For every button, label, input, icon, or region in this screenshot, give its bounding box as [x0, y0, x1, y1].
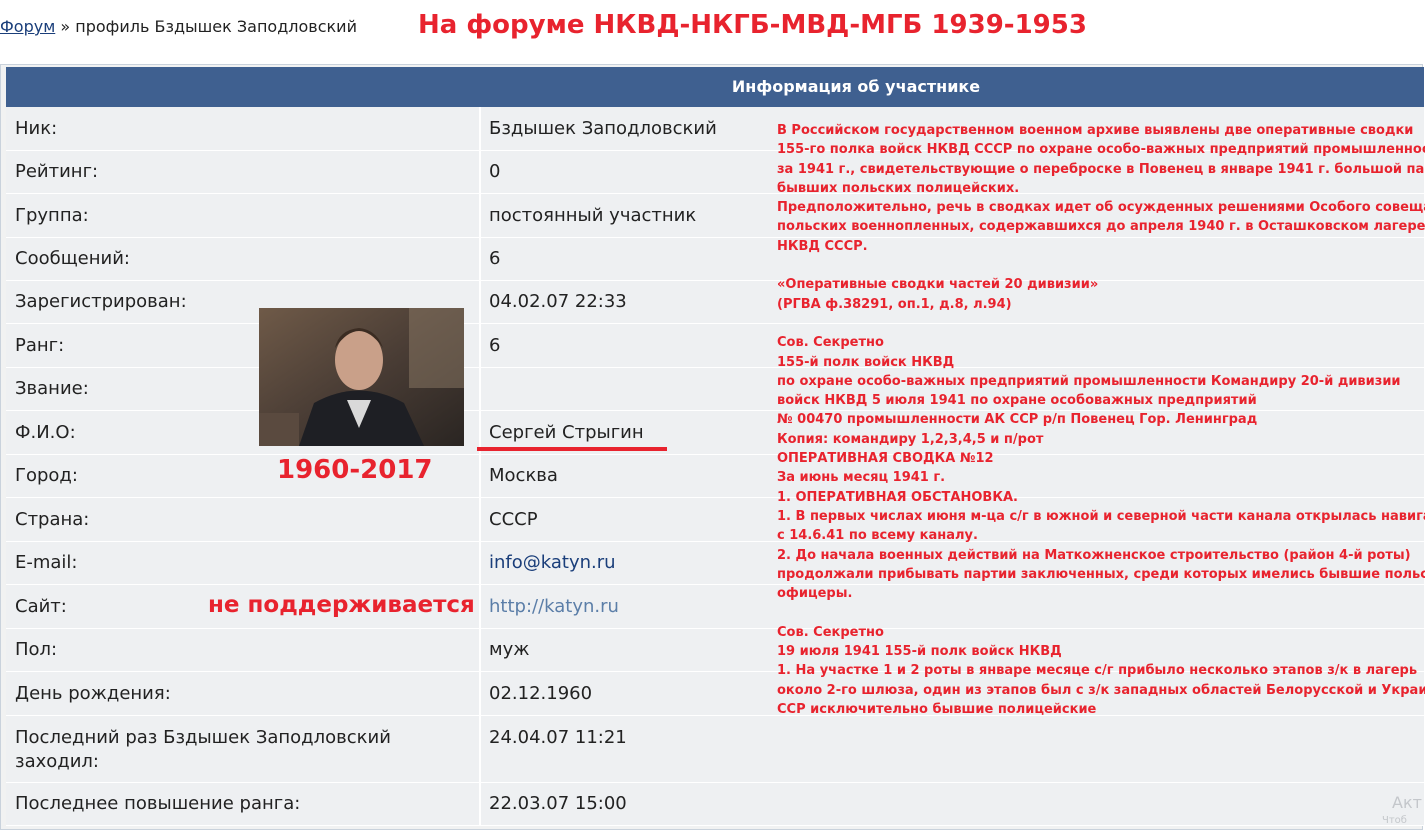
profile-field-value: 04.02.07 22:33: [489, 291, 627, 312]
profile-field-label: Звание:: [15, 378, 89, 399]
row-separator: [479, 368, 481, 410]
profile-field-value: СССР: [489, 509, 538, 530]
profile-field-value: 0: [489, 161, 501, 182]
profile-row: Последний раз Бздышек Заподловский заход…: [6, 716, 1424, 783]
row-separator: [479, 455, 481, 497]
profile-row: Последнее повышение ранга: 22.03.07 15:00: [6, 783, 1424, 826]
archive-note-line: В Российском государственном военном арх…: [777, 123, 1414, 138]
profile-panel: Информация об участнике Ник: Бздышек Запо…: [0, 64, 1425, 830]
name-underline: [477, 447, 667, 451]
archive-note-line: 1. В первых числах июня м-ца с/г в южной…: [777, 508, 1425, 524]
archive-notes: В Российском государственном военном арх…: [777, 121, 1425, 719]
website-link[interactable]: http://katyn.ru: [489, 596, 619, 617]
row-separator: [479, 238, 481, 280]
profile-field-label: Зарегистрирован:: [15, 291, 187, 312]
archive-note-line: Предположительно, речь в сводках идет об…: [777, 200, 1425, 216]
profile-field-label: Ф.И.О:: [15, 422, 76, 443]
top-bar: Форум » профиль Бздышек Заподловский На …: [0, 0, 1425, 60]
profile-field-label: День рождения:: [15, 683, 171, 704]
activation-watermark-sub: Чтоб: [1382, 815, 1407, 826]
profile-field-value: http://katyn.ru: [489, 585, 619, 628]
archive-note-line: 155-й полк войск НКВД: [777, 354, 955, 370]
profile-field-label: Последнее повышение ранга:: [15, 793, 301, 814]
profile-field-label: Ник:: [15, 118, 58, 139]
archive-note-line: За июнь месяц 1941 г.: [777, 470, 946, 486]
archive-note-line: ССР исключительно бывшие полицейские: [777, 701, 1097, 717]
profile-field-label: Ранг:: [15, 335, 65, 356]
profile-field-value: 6: [489, 248, 501, 269]
archive-note-line: ОПЕРАТИВНАЯ СВОДКА №12: [777, 451, 994, 467]
row-separator: [479, 281, 481, 323]
archive-note-line: Сов. Секретно: [777, 624, 884, 640]
archive-note-line: [777, 603, 1417, 622]
row-separator: [479, 783, 481, 825]
forum-link[interactable]: Форум: [0, 17, 55, 36]
archive-note-line: продолжали прибывать партии заключенных,…: [777, 566, 1425, 582]
row-separator: [479, 324, 481, 367]
archive-note-line: [777, 314, 1417, 333]
archive-note-line: 19 июля 1941 155-й полк войск НКВД: [777, 644, 1062, 660]
member-photo-image: [259, 308, 464, 446]
profile-field-value: 6: [489, 335, 501, 356]
profile-header-title: Информация об участнике: [731, 77, 981, 96]
forum-banner: На форуме НКВД-НКГБ-МВД-МГБ 1939-1953: [418, 10, 1087, 40]
archive-note-line: офицеры.: [777, 586, 853, 602]
row-separator: [479, 672, 481, 715]
profile-header: Информация об участнике: [6, 67, 1424, 109]
lifespan-annotation: 1960-2017: [277, 455, 433, 485]
breadcrumb: Форум » профиль Бздышек Заподловский: [0, 17, 357, 36]
profile-field-label: Пол:: [15, 639, 58, 660]
profile-field-label: Группа:: [15, 205, 89, 226]
profile-field-label: Сайт:: [15, 596, 67, 617]
profile-field-label: Страна:: [15, 509, 90, 530]
archive-note-line: 1. На участке 1 и 2 роты в январе месяце…: [777, 663, 1418, 679]
activation-watermark: Акт: [1392, 793, 1422, 812]
archive-note-line: Сов. Секретно: [777, 335, 884, 351]
profile-field-label: Рейтинг:: [15, 161, 99, 182]
archive-note-line: с 14.6.41 по всему каналу.: [777, 528, 978, 544]
profile-field-value: муж: [489, 639, 530, 660]
archive-note-line: Копия: командиру 1,2,3,4,5 и п/рот: [777, 431, 1044, 447]
breadcrumb-separator: »: [60, 17, 71, 36]
profile-field-value: 22.03.07 15:00: [489, 793, 627, 814]
archive-note-line: НКВД СССР.: [777, 238, 868, 254]
row-separator: [479, 194, 481, 237]
email-link[interactable]: info@katyn.ru: [489, 552, 616, 573]
row-separator: [479, 629, 481, 671]
profile-field-label: E-mail:: [15, 552, 78, 573]
archive-note-line: по охране особо-важных предприятий промы…: [777, 373, 1401, 389]
row-separator: [479, 716, 481, 782]
archive-note-line: [777, 256, 1417, 275]
archive-note-line: около 2-го шлюза, один из этапов был с з…: [777, 682, 1425, 698]
profile-field-value: 24.04.07 11:21: [489, 727, 627, 748]
profile-field-value: 02.12.1960: [489, 683, 593, 704]
row-separator: [479, 542, 481, 584]
archive-note-line: войск НКВД 5 июля 1941 по охране особова…: [777, 393, 1257, 409]
archive-note-line: № 00470 промышленности АК ССР р/п Повене…: [777, 412, 1258, 428]
profile-field-value: Бздышек Заподловский: [489, 118, 717, 139]
profile-field-value: Москва: [489, 465, 558, 486]
archive-note-line: 1. ОПЕРАТИВНАЯ ОБСТАНОВКА.: [777, 489, 1018, 505]
archive-note-line: бывших польских полицейских.: [777, 180, 1020, 196]
row-separator: [479, 107, 481, 150]
archive-note-line: (РГВА ф.38291, оп.1, д.8, л.94): [777, 296, 1012, 312]
profile-field-label: Город:: [15, 465, 78, 486]
profile-field-value: постоянный участник: [489, 205, 697, 226]
member-photo: [259, 308, 464, 446]
archive-note-line: 2. До начала военных действий на Маткожн…: [777, 547, 1411, 563]
row-separator: [479, 151, 481, 193]
profile-field-label: Последний раз Бздышек Заподловский заход…: [15, 727, 391, 772]
row-separator: [479, 498, 481, 541]
archive-note-line: польских военнопленных, содержавшихся до…: [777, 219, 1425, 235]
archive-note-line: «Оперативные сводки частей 20 дивизии»: [777, 277, 1099, 293]
profile-field-label: Сообщений:: [15, 248, 130, 269]
archive-note-line: 155-го полка войск НКВД СССР по охране о…: [777, 142, 1425, 158]
breadcrumb-current: профиль Бздышек Заподловский: [75, 17, 357, 36]
profile-field-value: info@katyn.ru: [489, 542, 616, 584]
archive-note-line: за 1941 г., свидетельствующие о переброс…: [777, 161, 1425, 177]
row-separator: [479, 585, 481, 628]
site-unsupported-annotation: не поддерживается: [208, 592, 475, 618]
